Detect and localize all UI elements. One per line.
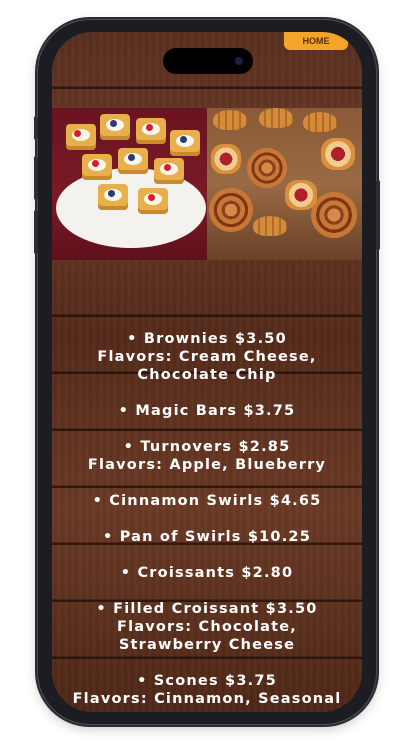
volume-down-button: [34, 210, 38, 254]
phone-frame: HOME • Brownies $3.50 Flavors: Cream Che…: [34, 20, 380, 724]
home-button[interactable]: HOME: [284, 32, 348, 50]
pastry-photo-strip: [52, 108, 362, 260]
menu-item-scones: • Scones $3.75 Flavors: Cinnamon, Season…: [72, 673, 342, 707]
dynamic-island: [163, 48, 253, 74]
menu-item-magic-bars: • Magic Bars $3.75: [118, 403, 296, 419]
camera-icon: [235, 57, 243, 65]
fruit-tarts-photo: [52, 108, 207, 260]
menu-item-turnovers: • Turnovers $2.85 Flavors: Apple, Bluebe…: [87, 439, 327, 473]
menu-item-filled-croissant: • Filled Croissant $3.50 Flavors: Chocol…: [96, 601, 318, 653]
menu-item-pan-of-swirls: • Pan of Swirls $10.25: [103, 529, 311, 545]
power-button: [376, 180, 380, 250]
silent-switch: [34, 116, 38, 140]
menu-item-brownies: • Brownies $3.50 Flavors: Cream Cheese, …: [97, 331, 317, 383]
menu-item-croissants: • Croissants $2.80: [120, 565, 294, 581]
volume-up-button: [34, 156, 38, 200]
bakery-menu-list: • Brownies $3.50 Flavors: Cream Cheese, …: [52, 330, 362, 712]
menu-item-cinnamon-swirls: • Cinnamon Swirls $4.65: [92, 493, 322, 509]
cinnamon-rolls-photo: [207, 108, 362, 260]
app-screen[interactable]: HOME • Brownies $3.50 Flavors: Cream Che…: [52, 32, 362, 712]
